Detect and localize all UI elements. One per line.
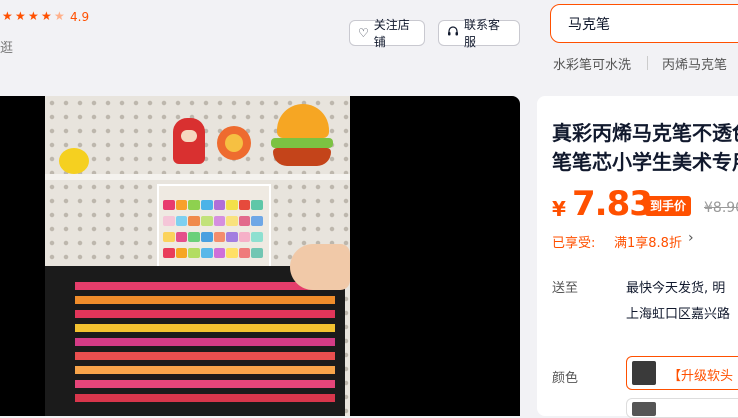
shipping-address[interactable]: 上海虹口区嘉兴路	[626, 303, 730, 322]
product-title-line1: 真彩丙烯马克笔不透色	[552, 121, 738, 145]
search-suggestion[interactable]: 水彩笔可水洗	[553, 54, 631, 73]
sku-option-label: 【升级软头	[668, 369, 734, 384]
chevron-right-icon[interactable]: ›	[688, 230, 694, 246]
sku-thumbnail	[632, 361, 656, 385]
price-badge: 到手价	[645, 196, 692, 216]
product-photo	[45, 96, 350, 416]
price-currency: ¥	[552, 197, 566, 221]
star-icon: ★	[2, 9, 13, 23]
contact-service-button[interactable]: 联系客服	[438, 18, 520, 49]
coupon-label: 已享受:	[552, 236, 596, 251]
sku-thumbnail	[632, 402, 656, 416]
coupon-value[interactable]: 满1享8.8折	[614, 232, 682, 251]
star-icon: ★	[15, 9, 26, 23]
heart-icon: ♡	[358, 26, 369, 40]
product-title-line2: 笔笔芯小学生美术专用	[552, 150, 738, 174]
star-icon: ★	[41, 9, 52, 23]
follow-shop-label: 关注店铺	[373, 18, 410, 49]
half-star-icon: ★	[54, 9, 65, 23]
product-image-viewer[interactable]	[0, 96, 520, 416]
headset-icon	[447, 25, 459, 41]
shipping-eta: 最快今天发货, 明	[626, 281, 726, 296]
search-input[interactable]: 马克笔	[550, 4, 738, 43]
color-label: 颜色	[552, 371, 579, 386]
shop-rating: 4.9	[70, 10, 90, 24]
suggestion-divider	[647, 56, 648, 70]
search-suggestion[interactable]: 丙烯马克笔	[662, 54, 727, 73]
shop-link-text[interactable]: 逛	[0, 37, 13, 56]
star-icon: ★	[28, 9, 39, 23]
contact-service-label: 联系客服	[464, 18, 501, 49]
price-value: 7.83	[572, 184, 653, 224]
original-price: ¥8.90	[704, 200, 738, 216]
shipping-label: 送至	[552, 281, 579, 296]
follow-shop-button[interactable]: ♡ 关注店铺	[349, 18, 425, 49]
rating-stars: ★ ★ ★ ★ ★	[2, 10, 66, 22]
